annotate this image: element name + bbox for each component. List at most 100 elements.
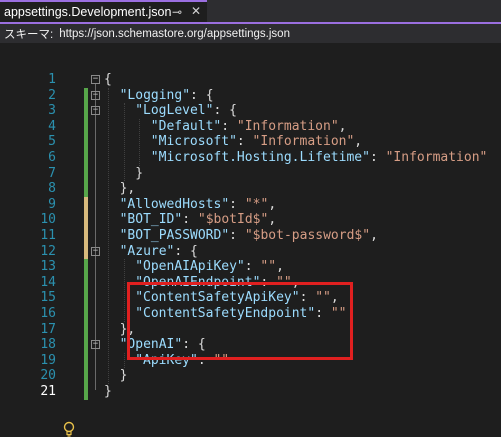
json-punctuation: :	[229, 228, 245, 243]
collapse-icon[interactable]: −	[91, 75, 100, 84]
line-number: 8	[48, 181, 56, 197]
code-line[interactable]: "Microsoft": "Information",	[151, 134, 362, 150]
json-string: "Information"	[385, 150, 488, 165]
json-punctuation: ,	[370, 228, 378, 243]
json-string: "$botId$"	[197, 212, 269, 228]
json-punctuation: :	[244, 259, 261, 275]
json-key: "BOT_ID"	[119, 212, 183, 228]
json-string: "*"	[244, 196, 269, 212]
json-key: "BOT_PASSWORD"	[119, 228, 230, 243]
line-number: 9	[48, 196, 56, 212]
code-line[interactable]: }	[120, 368, 128, 384]
code-line[interactable]: "Azure": {	[120, 244, 198, 260]
json-punctuation: ,	[268, 196, 277, 212]
json-punctuation: }	[135, 165, 144, 181]
code-line[interactable]: "LogLevel": {	[135, 103, 237, 119]
schema-url[interactable]: https://json.schemastore.org/appsettings…	[59, 28, 290, 40]
collapse-icon[interactable]: −	[91, 246, 100, 256]
line-number: 6	[48, 150, 56, 165]
line-number: 16	[40, 306, 56, 321]
collapse-icon[interactable]: −	[91, 340, 100, 350]
json-punctuation: ,	[354, 134, 363, 150]
json-key: "Azure"	[119, 243, 175, 259]
json-key: "AllowedHosts"	[119, 196, 230, 212]
json-punctuation: : {	[190, 87, 214, 103]
line-number: 1	[48, 72, 56, 87]
json-key: "Default"	[150, 118, 222, 134]
code-line[interactable]: {	[104, 72, 112, 88]
tab-title: appsettings.Development.json	[4, 5, 172, 19]
line-number: 11	[40, 228, 56, 243]
json-punctuation: : {	[213, 103, 237, 119]
saved-change-bar	[84, 259, 88, 400]
line-number: 3	[48, 103, 56, 119]
line-number: 20	[40, 368, 56, 384]
json-key: "LogLevel"	[135, 103, 214, 119]
json-punctuation: }	[104, 384, 112, 399]
indent-guide	[108, 87, 109, 384]
line-number: 19	[40, 352, 56, 368]
code-line[interactable]: "Logging": {	[120, 88, 214, 104]
line-number: 4	[48, 118, 56, 134]
json-punctuation: :	[229, 196, 245, 212]
saved-change-bar	[84, 87, 88, 197]
json-key: "Microsoft"	[150, 134, 237, 150]
indent-guide	[123, 352, 125, 369]
code-line[interactable]: "Default": "Information",	[151, 119, 347, 135]
code-line[interactable]: "AllowedHosts": "*",	[120, 197, 277, 213]
json-punctuation: :	[236, 134, 253, 150]
json-punctuation: {	[104, 72, 112, 87]
line-number: 18	[40, 337, 56, 353]
fold-guide	[95, 255, 96, 328]
code-line[interactable]: },	[120, 181, 136, 197]
collapse-icon[interactable]: −	[91, 106, 100, 116]
lightbulb-icon[interactable]	[62, 421, 76, 437]
json-key: "Logging"	[119, 87, 191, 103]
tab-bar: appsettings.Development.json ⊸ ✕	[0, 0, 501, 22]
collapse-icon[interactable]: −	[91, 90, 100, 100]
line-number: 13	[40, 259, 56, 275]
json-punctuation: : {	[174, 243, 198, 259]
code-line[interactable]: "Microsoft.Hosting.Lifetime": "Informati…	[151, 150, 488, 166]
code-line[interactable]: "OpenAIApiKey": "",	[135, 259, 284, 275]
json-string: "Information"	[252, 134, 355, 150]
json-punctuation: },	[119, 181, 136, 197]
json-string: "$bot-password$"	[244, 228, 371, 243]
indent-guide	[123, 103, 125, 182]
highlight-box	[127, 282, 353, 360]
code-line[interactable]: "BOT_PASSWORD": "$bot-password$",	[120, 228, 378, 244]
indent-guide	[139, 118, 141, 166]
line-number: 12	[40, 243, 56, 259]
schema-label: スキーマ:	[4, 28, 54, 41]
code-line[interactable]: }	[104, 384, 112, 400]
line-number: 2	[48, 87, 56, 103]
line-number: 15	[40, 290, 56, 306]
code-line[interactable]: "BOT_ID": "$botId$",	[120, 212, 277, 228]
json-string: "Information"	[236, 118, 339, 134]
pin-icon[interactable]: ⊸	[172, 5, 182, 19]
close-icon[interactable]: ✕	[191, 4, 201, 18]
schema-bar: スキーマ: https://json.schemastore.org/appse…	[0, 24, 501, 43]
json-punctuation: :	[369, 150, 386, 165]
code-editor[interactable]: 1 2 3 4 5 6 7 8 9 10 11 12 13 14 15 16 17 18 19 20 21 − − − − − …	[0, 43, 501, 437]
line-number: 5	[48, 134, 56, 150]
code-line[interactable]: }	[135, 166, 143, 182]
line-number: 14	[40, 274, 56, 290]
line-number: 17	[40, 321, 56, 337]
line-number: 21	[40, 384, 56, 399]
json-string: ""	[260, 259, 277, 275]
json-punctuation: :	[182, 212, 198, 228]
indent-guide	[123, 259, 125, 322]
json-punctuation: :	[221, 118, 237, 134]
line-number: 10	[40, 212, 56, 228]
tab-appsettings-development[interactable]: appsettings.Development.json ⊸ ✕	[0, 0, 207, 22]
json-key: "OpenAIApiKey"	[135, 259, 245, 275]
fold-guide	[95, 115, 96, 172]
unsaved-change-bar	[84, 196, 88, 260]
line-number: 7	[48, 165, 56, 181]
fold-guide	[95, 349, 96, 375]
json-key: "Microsoft.Hosting.Lifetime"	[150, 150, 370, 165]
json-punctuation: ,	[276, 259, 284, 275]
json-punctuation: ,	[338, 118, 347, 134]
json-punctuation: }	[119, 368, 128, 384]
